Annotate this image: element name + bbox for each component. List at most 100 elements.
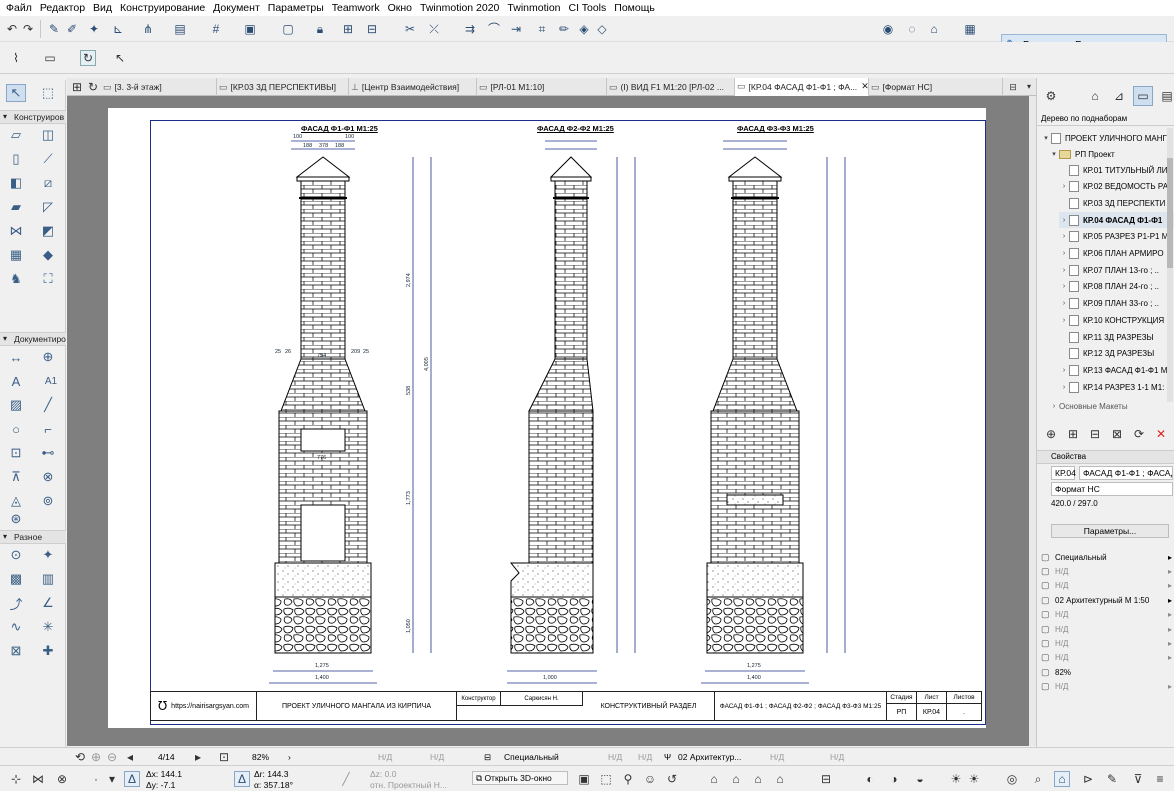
property-row[interactable]: ▢ 82% (1037, 665, 1174, 679)
property-row[interactable]: ▢ Н/Д ▸ (1037, 579, 1174, 593)
building-icon[interactable]: ⌂ (706, 771, 722, 787)
relative-construction-icon[interactable]: ⋈ (30, 771, 46, 787)
next-page-icon[interactable]: ▸ (190, 749, 206, 765)
curtain-wall-tool-icon[interactable]: ▦ (6, 246, 26, 264)
menu-item[interactable]: Параметры (264, 0, 328, 16)
zoom-icon[interactable]: ⌕ (1030, 771, 1046, 787)
tab-interaction-center[interactable]: ⊥ [Центр Взаимодействия] (349, 78, 477, 96)
lamp-tool-icon[interactable]: ✳ (38, 618, 58, 636)
new-subset-icon[interactable]: ⊟ (1087, 426, 1103, 442)
building-3-icon[interactable]: ⌂ (750, 771, 766, 787)
view-icon[interactable]: ▣ (576, 771, 592, 787)
snap-icon[interactable]: ⊹ (8, 771, 24, 787)
arrow-icon[interactable]: ↖ (112, 50, 128, 66)
menu-item[interactable]: Twinmotion (503, 0, 564, 16)
group-icon[interactable]: ⊞ (340, 21, 356, 37)
roof-tool-icon[interactable]: ◸ (38, 198, 58, 216)
chevron-right-icon[interactable]: › (1059, 267, 1069, 274)
tree-item[interactable]: КР.11 3Д РАЗРЕЗЫ (1059, 329, 1174, 345)
trace-icon[interactable]: ▢ (280, 21, 296, 37)
scissors-icon[interactable]: ✂ (402, 21, 418, 37)
delta-icon[interactable]: Δ (124, 771, 140, 787)
tree-item[interactable]: › КР.10 КОНСТРУКЦИЯ (1059, 312, 1174, 328)
tab-overview-icon[interactable]: ⊞ (69, 79, 85, 95)
reference-level[interactable]: отн. Проектный Н... (370, 779, 447, 791)
layout-canvas[interactable]: ФАСАД Ф1-Ф1 М1:25 ФАСАД Ф2-Ф2 М1:25 ФАСА… (67, 96, 1029, 746)
dy-value[interactable]: Δy: -7.1 (146, 779, 175, 791)
chevron-right-icon[interactable]: › (1059, 317, 1069, 324)
tree-root[interactable]: ▾ ПРОЕКТ УЛИЧНОГО МАНГ (1041, 130, 1171, 146)
tab-view-f1[interactable]: ▭ (I) ВИД F1 М1:20 [РЛ-02 ... (607, 78, 735, 96)
layout-book-icon[interactable]: ▭ (1133, 86, 1153, 106)
status-na[interactable]: Н/Д (770, 751, 784, 763)
pages-icon[interactable]: ⊡ (216, 749, 232, 765)
layers-icon[interactable]: ≡ (1152, 771, 1168, 787)
layout-name-field[interactable]: ФАСАД Ф1-Ф1 ; ФАСАД (1079, 466, 1173, 480)
chevron-right-icon[interactable]: › (1059, 250, 1069, 257)
tree-item[interactable]: КР.01 ТИТУЛЬНЫЙ ЛИ (1059, 162, 1174, 178)
home-icon[interactable]: ⌂ (1054, 771, 1070, 787)
status-na[interactable]: Н/Д (830, 751, 844, 763)
building-4-icon[interactable]: ⌂ (772, 771, 788, 787)
fill-tool-icon[interactable]: ▨ (6, 396, 26, 414)
pen-set-icon[interactable]: ✏ (556, 21, 572, 37)
slab-tool-icon[interactable]: ▰ (6, 198, 26, 216)
menu-item[interactable]: Редактор (36, 0, 89, 16)
suspend-group-icon[interactable]: ⊟ (364, 21, 380, 37)
chevron-right-icon[interactable]: › (1059, 183, 1069, 190)
menu-item[interactable]: Twinmotion 2020 (416, 0, 503, 16)
tree-item[interactable]: › КР.06 ПЛАН АРМИРО (1059, 246, 1174, 262)
shell-tool-icon[interactable]: ⋈ (6, 222, 26, 240)
page-counter[interactable]: 4/14 (158, 751, 175, 763)
camera-tool-icon[interactable]: ✦ (38, 546, 58, 564)
tab-history-icon[interactable]: ↻ (85, 79, 101, 95)
undo-icon[interactable]: ↶ (4, 21, 20, 37)
prev-page-icon[interactable]: ◂ (122, 749, 138, 765)
section-more[interactable]: Разное (0, 530, 66, 544)
menu-item[interactable]: Окно (384, 0, 416, 16)
tree-item[interactable]: › КР.04 ФАСАД Ф1-Ф1 (1059, 212, 1174, 229)
fill-icon[interactable]: ◈ (576, 21, 592, 37)
refresh-icon[interactable]: ⟳ (1131, 426, 1147, 442)
chevron-down-icon[interactable]: ▾ (1021, 79, 1037, 95)
section-design[interactable]: Конструиров (0, 110, 66, 124)
grid-snap-icon[interactable]: ▤ (172, 21, 188, 37)
open-3d-button[interactable]: ⧉ Открыть 3D-окно (472, 771, 568, 785)
tree-item[interactable]: › КР.05 РАЗРЕЗ Р1-Р1 М (1059, 229, 1174, 245)
wave-tool-icon[interactable]: ∿ (6, 618, 26, 636)
property-row[interactable]: ▢ Н/Д ▸ (1037, 622, 1174, 636)
status-na[interactable]: Н/Д (608, 751, 622, 763)
layer-icon[interactable]: ◇ (594, 21, 610, 37)
column-tool-icon[interactable]: ▯ (6, 150, 26, 168)
selection-icon[interactable]: ⌗ (534, 21, 550, 37)
tree-item[interactable]: › КР.08 ПЛАН 24-го ; .. (1059, 279, 1174, 295)
tree-item[interactable]: › КР.02 ВЕДОМОСТЬ РА (1059, 179, 1174, 195)
marquee-icon[interactable]: ⬚ (598, 771, 614, 787)
syringe-icon[interactable]: ✐ (64, 21, 80, 37)
property-row[interactable]: ▢ Н/Д ▸ (1037, 608, 1174, 622)
property-row[interactable]: ▢ 02 Архитектурный М 1:50 ▸ (1037, 593, 1174, 607)
status-na[interactable]: Н/Д (638, 751, 652, 763)
canvas-scrollbar[interactable] (1029, 96, 1036, 746)
drawing-manager-icon[interactable]: ⊠ (1109, 426, 1125, 442)
tab-format-ns[interactable]: ▭ [Формат НС] (869, 78, 1003, 96)
chevron-right-icon[interactable]: ▸ (1168, 581, 1172, 590)
property-row[interactable]: ▢ Н/Д ▸ (1037, 651, 1174, 665)
filter-2-icon[interactable]: ⊽ (1130, 771, 1146, 787)
line-tool-icon[interactable]: ╱ (38, 396, 58, 414)
adjust-icon[interactable]: ⇥ (508, 21, 524, 37)
layer-combo[interactable]: Специальный (504, 751, 559, 763)
pen-icon[interactable]: ✎ (1104, 771, 1120, 787)
dot-icon[interactable]: · (88, 771, 104, 787)
camera-icon[interactable]: ◎ (1004, 771, 1020, 787)
polyline-tool-icon[interactable]: ⌐ (38, 420, 58, 438)
magic-wand-icon[interactable]: ✦ (86, 21, 102, 37)
zone-tool-icon[interactable]: ⛶ (38, 270, 58, 288)
property-row[interactable]: ▢ Н/Д ▸ (1037, 636, 1174, 650)
eyedropper-icon[interactable]: ✎ (46, 21, 62, 37)
label-tool-icon[interactable]: A1 (38, 372, 64, 390)
filter-icon[interactable]: ▦ (962, 21, 978, 37)
tab-rl01[interactable]: ▭ [РЛ-01 М1:10] (477, 78, 607, 96)
mesh-tool-icon[interactable]: ▩ (6, 570, 26, 588)
menu-item[interactable]: Помощь (610, 0, 659, 16)
